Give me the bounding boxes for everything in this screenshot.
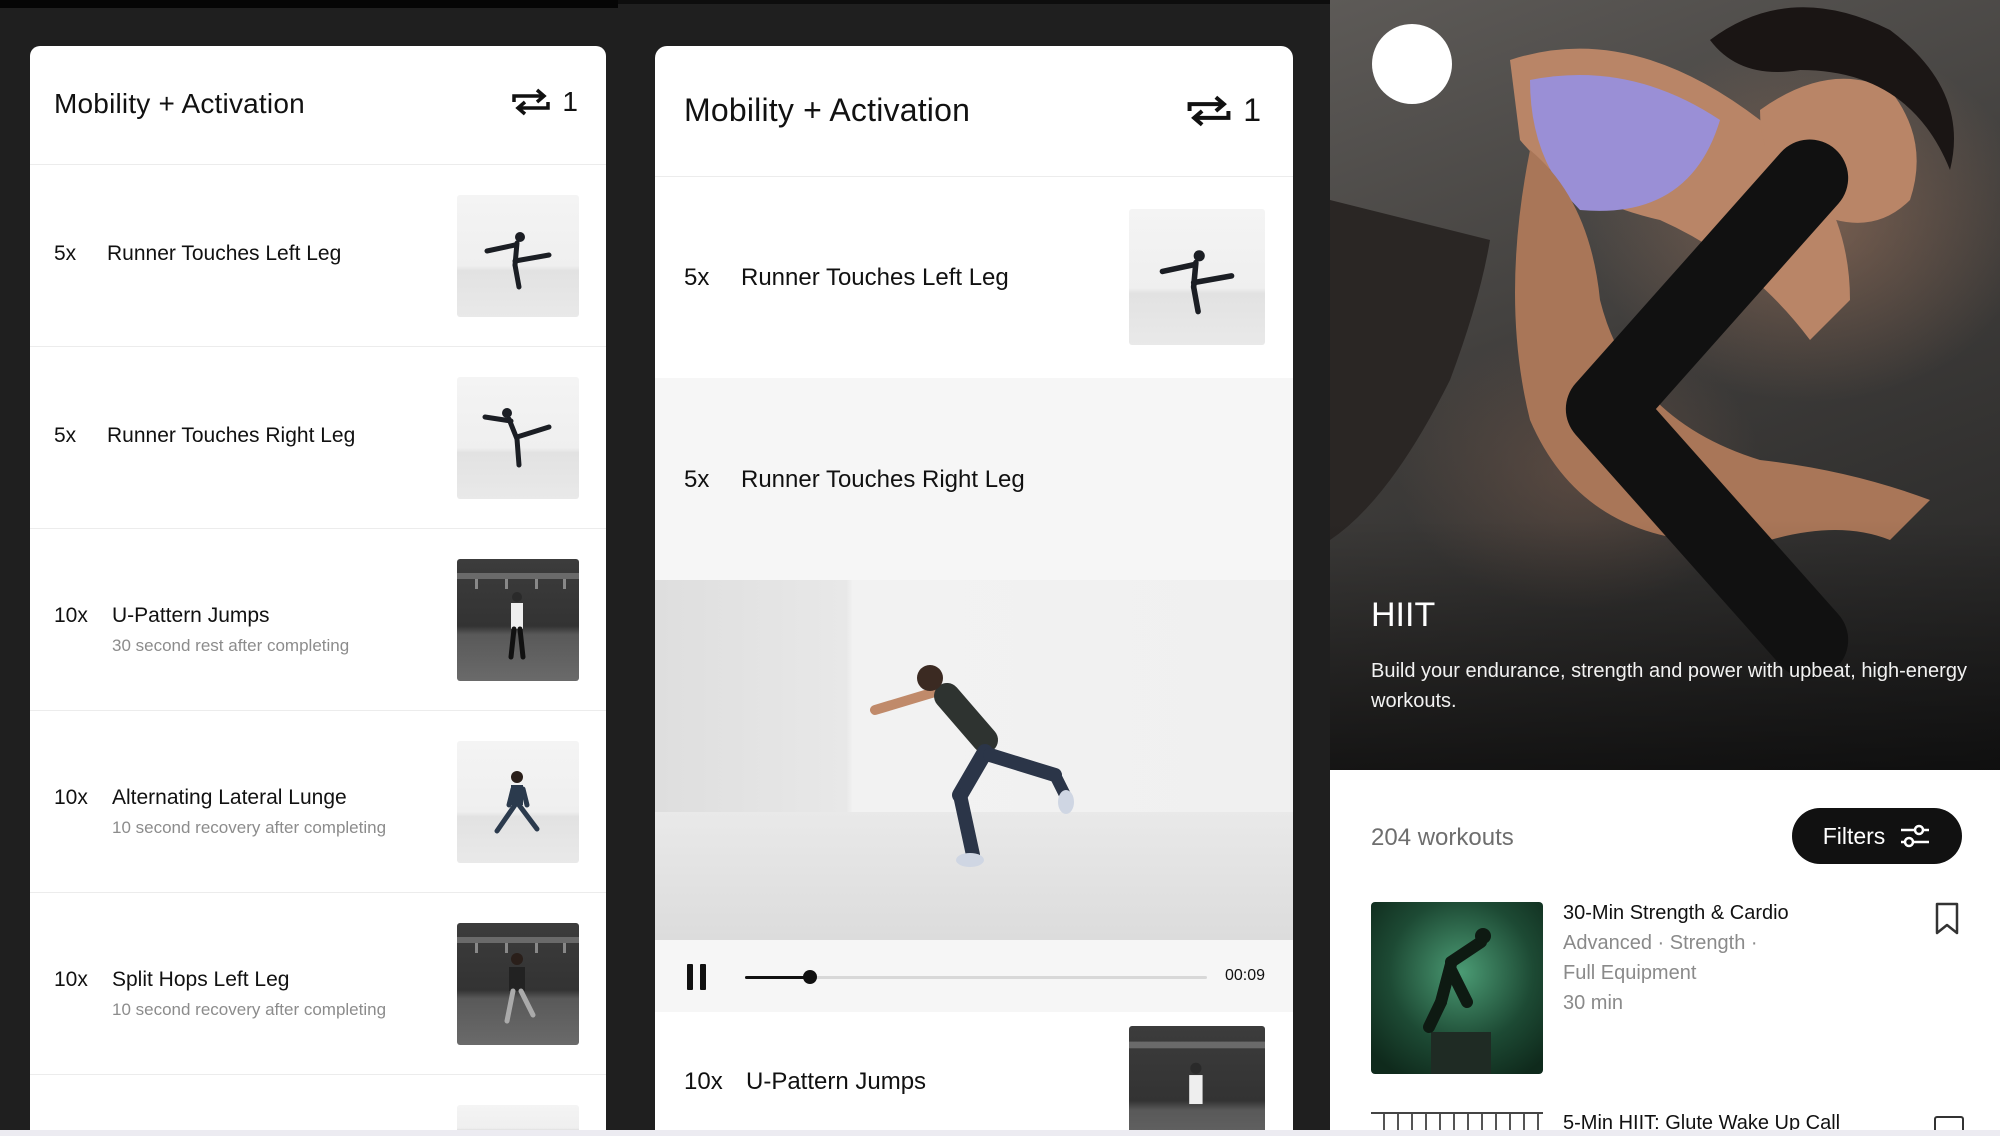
exercise-name: Runner Touches Right Leg — [107, 424, 356, 447]
exercise-thumbnail — [1129, 1026, 1265, 1130]
repeat-count: 1 — [1243, 92, 1261, 128]
workout-title: Mobility + Activation — [684, 92, 971, 128]
video-progress-fill — [745, 976, 810, 979]
repeat-indicator: 1 — [1185, 92, 1261, 129]
workout-card-level: Advanced · Strength · — [1563, 932, 1758, 954]
exercise-thumbnail — [457, 559, 579, 681]
exercise-thumbnail — [457, 741, 579, 863]
repeat-indicator: 1 — [510, 86, 578, 118]
hero-image: HIIT Build your endurance, strength and … — [1330, 0, 2000, 770]
status-strip — [618, 0, 1330, 4]
workout-title: Mobility + Activation — [54, 88, 305, 119]
workout-card-equipment: Full Equipment — [1563, 962, 1697, 984]
exercise-rest-note: 10 second recovery after completing — [112, 1000, 387, 1019]
window-bottom-edge — [0, 1130, 2000, 1136]
exercise-name: Alternating Lateral Lunge — [112, 786, 347, 809]
workout-player-panel: Mobility + Activation 1 5x Runner Touche… — [655, 46, 1293, 1130]
category-description: Build your endurance, strength and power… — [1371, 660, 1967, 712]
back-button[interactable] — [1372, 24, 1849, 679]
exercise-reps: 5x — [54, 424, 77, 447]
exercise-thumbnail — [457, 923, 579, 1045]
exercise-row[interactable]: 10x U-Pattern Jumps — [655, 1012, 1293, 1130]
exercise-name: U-Pattern Jumps — [112, 604, 270, 627]
exercise-reps: 10x — [54, 968, 88, 991]
video-time: 00:09 — [1224, 967, 1265, 984]
exercise-video[interactable] — [655, 580, 1293, 940]
bookmark-icon[interactable] — [1934, 902, 1960, 936]
exercise-rest-note: 10 second recovery after completing — [112, 818, 387, 837]
workout-list-panel: Mobility + Activation 1 5x Runner Touche… — [30, 46, 606, 1130]
video-progress-track[interactable] — [745, 970, 1207, 984]
screens-background: Mobility + Activation 1 5x Runner Touche… — [0, 0, 2000, 1130]
exercise-reps: 10x — [684, 1068, 723, 1095]
exercise-name: Runner Touches Right Leg — [741, 466, 1025, 493]
workout-card-duration: 30 min — [1563, 992, 1624, 1014]
exercise-reps: 5x — [684, 466, 710, 493]
exercise-reps: 5x — [684, 264, 710, 291]
exercise-reps: 5x — [54, 242, 77, 265]
pause-icon[interactable] — [687, 964, 709, 990]
workout-card-title[interactable]: 30-Min Strength & Cardio — [1563, 902, 1789, 925]
exercise-rest-note: 30 second rest after completing — [112, 636, 350, 655]
panel-header: Mobility + Activation 1 — [30, 46, 606, 165]
category-title: HIIT — [1371, 596, 1436, 634]
workout-card-thumbnail[interactable] — [1371, 902, 1543, 1074]
workout-card-thumbnail[interactable] — [1371, 1112, 1543, 1130]
bookmark-icon[interactable] — [1934, 1116, 1964, 1130]
workout-card-title[interactable]: 5-Min HIIT: Glute Wake Up Call — [1563, 1112, 1840, 1130]
filter-sliders-icon — [1901, 824, 1930, 848]
hiit-category-panel: HIIT Build your endurance, strength and … — [1330, 0, 2000, 1130]
repeat-icon — [1187, 95, 1231, 126]
exercise-name: Runner Touches Left Leg — [741, 264, 1009, 291]
workout-count: 204 workouts — [1371, 824, 1514, 851]
exercise-name: U-Pattern Jumps — [746, 1068, 927, 1095]
panel-header: Mobility + Activation 1 — [655, 46, 1293, 177]
video-athlete-figure — [870, 665, 1074, 867]
exercise-thumbnail — [457, 1105, 579, 1130]
repeat-icon — [512, 88, 551, 116]
exercise-reps: 10x — [54, 604, 88, 627]
exercise-reps: 10x — [54, 786, 88, 809]
exercise-row[interactable]: 5x Runner Touches Left Leg — [655, 176, 1293, 379]
video-controls: 00:09 — [655, 940, 1293, 1012]
exercise-thumbnail — [457, 377, 579, 499]
filters-button[interactable]: Filters — [1792, 808, 1962, 864]
filters-label: Filters — [1822, 822, 1886, 849]
status-strip — [0, 0, 618, 8]
exercise-row-active[interactable]: 5x Runner Touches Right Leg — [655, 378, 1293, 581]
exercise-thumbnail — [457, 195, 579, 317]
exercise-name: Split Hops Left Leg — [112, 968, 290, 991]
repeat-count: 1 — [562, 86, 578, 117]
video-scrub-handle[interactable] — [802, 970, 817, 984]
exercise-thumbnail — [1129, 209, 1265, 345]
exercise-name: Runner Touches Left Leg — [107, 242, 342, 265]
